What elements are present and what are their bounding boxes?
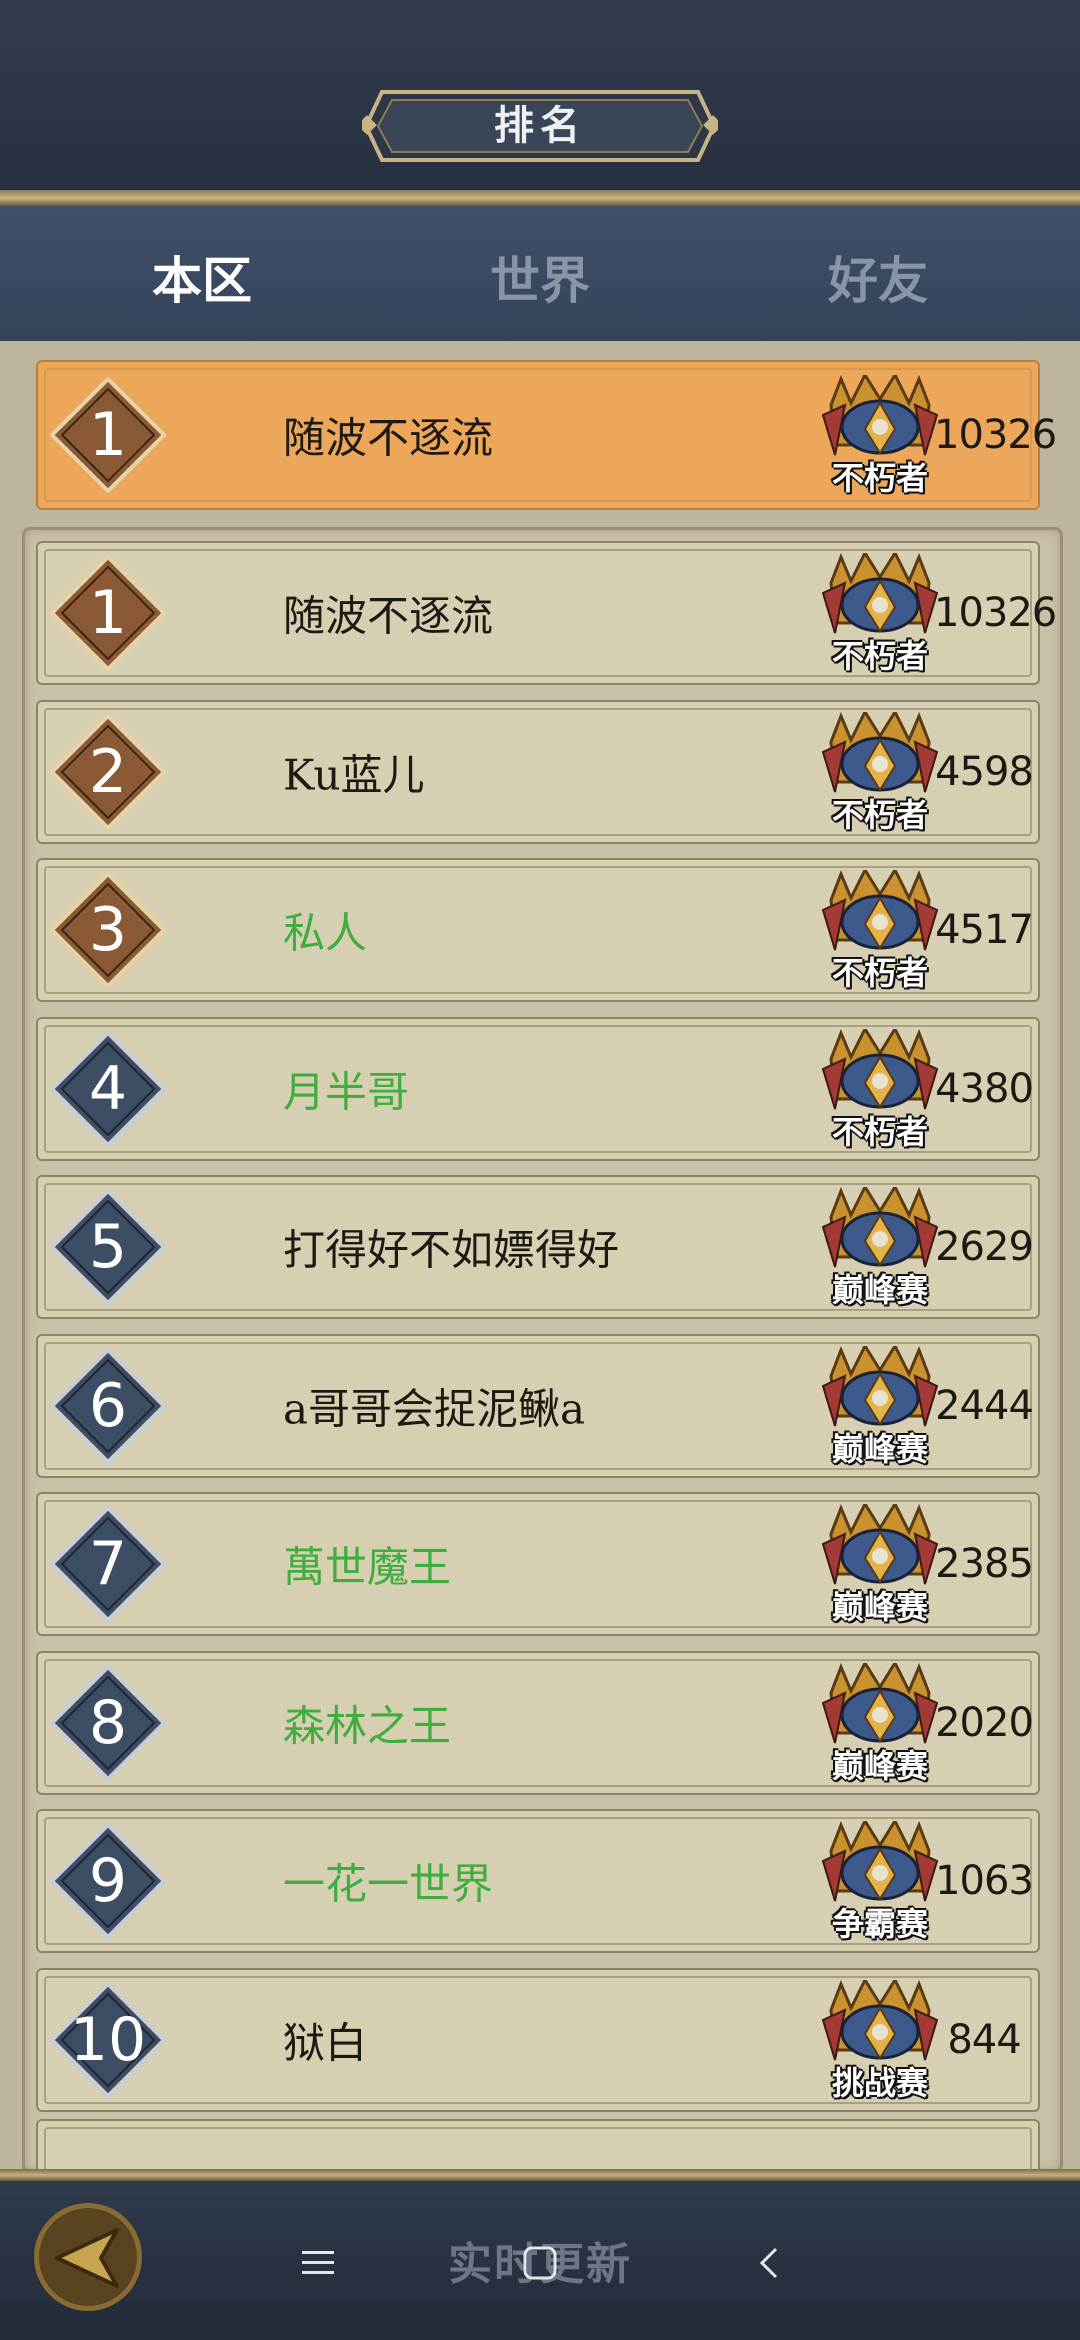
score: 2629	[935, 1224, 1034, 1270]
back-button[interactable]	[34, 2203, 142, 2311]
table-row[interactable]: 1 随波不逐流不朽者 10326	[36, 541, 1057, 685]
page-title: 排名	[494, 102, 586, 149]
score: 2020	[935, 1699, 1034, 1746]
tier-emblem-icon: 不朽者	[821, 866, 939, 992]
tier-label: 争霸赛	[831, 1905, 928, 1943]
table-row[interactable]: 3 私人不朽者 4517	[36, 858, 1040, 1002]
rank-badge: 7	[49, 1505, 167, 1623]
player-name: 狱白	[283, 2018, 368, 2067]
title-plate: 排名	[362, 88, 718, 164]
tier-emblem-icon: 不朽者	[821, 708, 939, 834]
tab-bar: 本区 世界 好友	[0, 206, 1080, 341]
player-name: 私人	[283, 908, 368, 958]
tier-label: 不朽者	[831, 1112, 928, 1151]
tier-label: 不朽者	[831, 795, 928, 834]
rank-badge: 8	[49, 1663, 167, 1782]
player-name: 随波不逐流	[283, 413, 494, 463]
tier-emblem-icon: 挑战赛	[821, 1976, 939, 2102]
rank-number: 5	[88, 1212, 128, 1282]
score: 1063	[935, 1858, 1034, 1904]
player-name: 打得好不如嫖得好	[283, 1225, 620, 1275]
player-name: 一花一世界	[283, 1859, 494, 1909]
tier-emblem-icon: 不朽者	[821, 549, 939, 675]
tab-friends[interactable]: 好友	[708, 206, 1048, 341]
score: 2444	[935, 1382, 1034, 1429]
table-row[interactable]: 10 狱白挑战赛 844	[36, 1967, 1040, 2112]
tier-emblem-icon: 不朽者	[821, 371, 939, 497]
player-name: 月半哥	[283, 1067, 410, 1116]
score: 2385	[935, 1541, 1034, 1587]
header: 排名	[0, 0, 1080, 195]
back-arrow-icon	[55, 2228, 119, 2288]
menu-icon[interactable]	[300, 2245, 336, 2281]
tier-label: 巅峰赛	[831, 1588, 928, 1626]
score: 10326	[934, 590, 1057, 636]
rank-badge: 2	[49, 712, 167, 831]
player-name: 森林之王	[283, 1701, 452, 1750]
score: 4380	[935, 1065, 1034, 1112]
rank-badge: 3	[49, 871, 167, 989]
tier-label: 巅峰赛	[831, 1271, 928, 1309]
rank-number: 9	[88, 1846, 128, 1916]
score: 10326	[934, 412, 1057, 458]
rank-badge: 1	[49, 376, 167, 494]
rank-badge: 6	[49, 1346, 167, 1465]
rank-number: 2	[88, 736, 128, 807]
chevron-left-icon[interactable]	[752, 2245, 788, 2281]
table-row[interactable]: 2 Ku蓝儿不朽者 4598	[36, 699, 1040, 844]
player-name: Ku蓝儿	[283, 750, 425, 799]
rank-number: 3	[88, 895, 128, 965]
tier-label: 不朽者	[831, 459, 928, 497]
my-rank-row[interactable]: 1 随波不逐流 不朽者 10326	[36, 360, 1057, 510]
tier-label: 挑战赛	[831, 2063, 928, 2102]
player-name: 随波不逐流	[283, 591, 494, 641]
score: 4517	[935, 907, 1034, 953]
rank-number: 10	[69, 2004, 147, 2075]
rank-number: 7	[88, 1529, 128, 1599]
rank-number: 6	[88, 1370, 128, 1441]
header-divider	[0, 190, 1080, 206]
tier-emblem-icon: 巅峰赛	[821, 1500, 939, 1626]
tier-label: 不朽者	[831, 637, 928, 675]
rank-badge: 4	[49, 1029, 167, 1148]
score: 4598	[935, 748, 1034, 795]
bottom-divider	[0, 2169, 1080, 2181]
table-row[interactable]: 4 月半哥不朽者 4380	[36, 1016, 1040, 1161]
tab-world[interactable]: 世界	[370, 206, 710, 341]
tier-label: 不朽者	[831, 954, 928, 992]
tier-label: 巅峰赛	[831, 1429, 928, 1468]
rank-badge: 1	[49, 554, 167, 672]
tier-emblem-icon: 巅峰赛	[821, 1183, 939, 1309]
tier-emblem-icon: 巅峰赛	[821, 1659, 939, 1785]
table-row[interactable]: 9 一花一世界争霸赛 1063	[36, 1809, 1040, 1953]
tab-local-region[interactable]: 本区	[32, 206, 372, 341]
rank-number: 1	[88, 578, 128, 648]
table-row[interactable]: 6 a哥哥会捉泥鳅a 巅峰赛 2444	[36, 1333, 1040, 1478]
tier-label: 巅峰赛	[831, 1746, 928, 1785]
player-name: a哥哥会捉泥鳅a	[283, 1384, 586, 1433]
rank-badge: 5	[49, 1188, 167, 1306]
tier-emblem-icon: 巅峰赛	[821, 1342, 939, 1468]
rank-badge: 10	[49, 1980, 167, 2099]
tier-emblem-icon: 不朽者	[821, 1025, 939, 1151]
table-row[interactable]: 5 打得好不如嫖得好巅峰赛 2629	[36, 1175, 1040, 1319]
rank-badge: 9	[49, 1822, 167, 1940]
table-row[interactable]: 7 萬世魔王巅峰赛 2385	[36, 1492, 1040, 1636]
home-square-icon[interactable]	[522, 2245, 558, 2281]
score: 844	[947, 2016, 1021, 2063]
player-name: 萬世魔王	[283, 1542, 452, 1592]
tier-emblem-icon: 争霸赛	[821, 1817, 939, 1943]
rank-number: 4	[88, 1053, 128, 1124]
rank-number: 1	[88, 400, 128, 470]
table-row[interactable]: 8 森林之王巅峰赛 2020	[36, 1650, 1040, 1795]
rank-number: 8	[88, 1687, 128, 1758]
